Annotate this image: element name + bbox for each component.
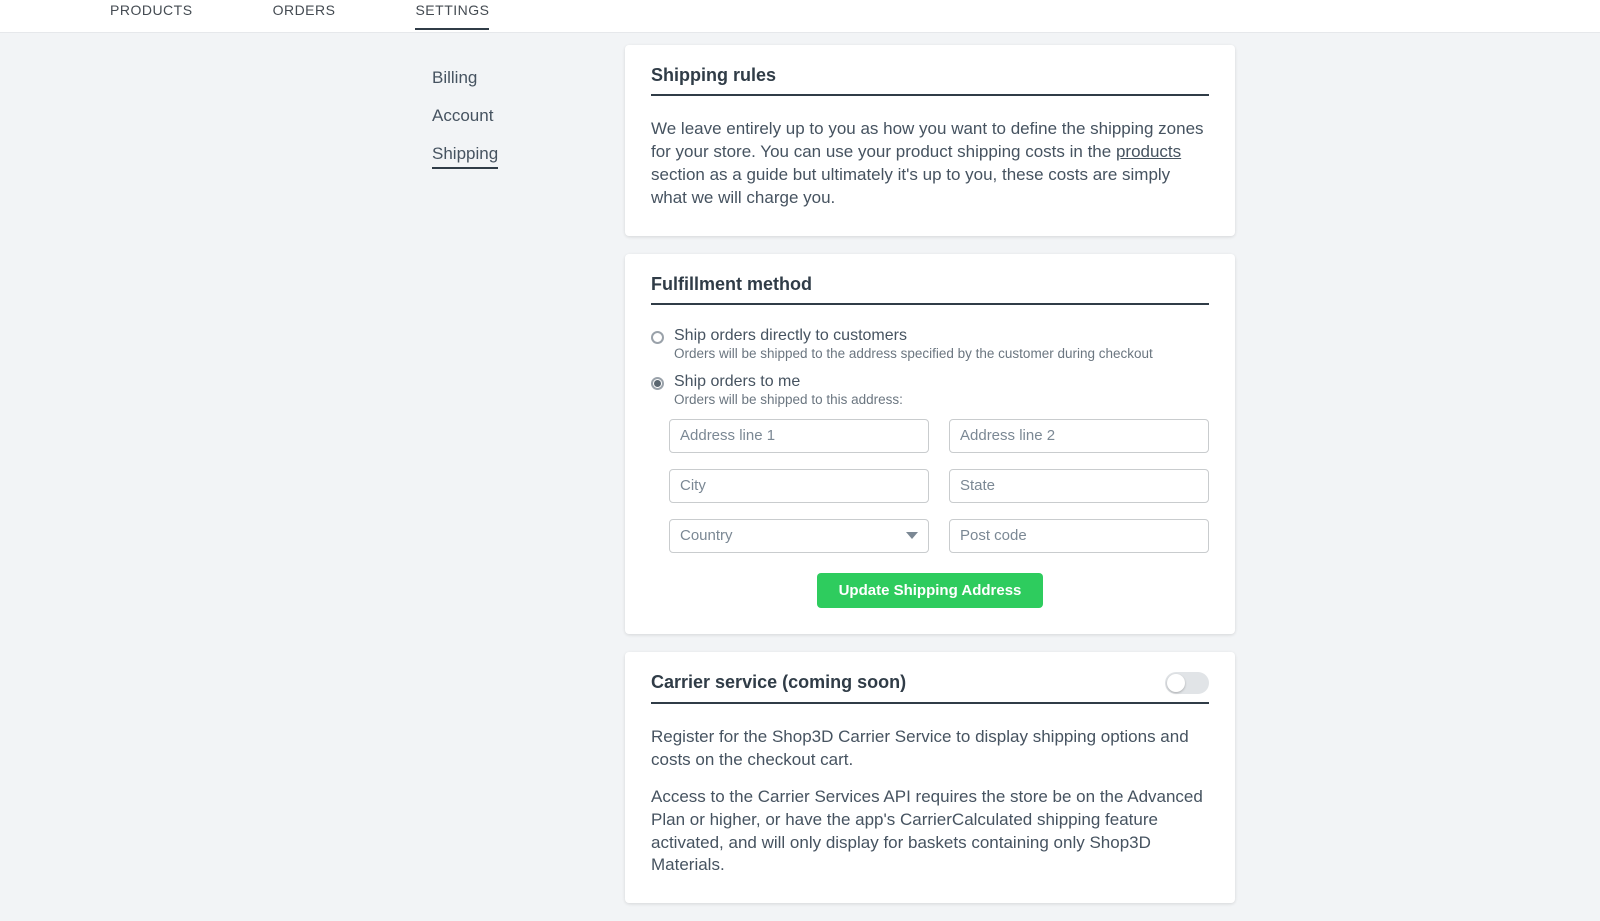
sidebar-item-shipping[interactable]: Shipping [432, 135, 625, 173]
address-line-2-input[interactable]: Address line 2 [949, 419, 1209, 453]
radio-label: Ship orders to me [674, 373, 903, 391]
nav-orders[interactable]: ORDERS [273, 0, 336, 28]
nav-settings[interactable]: SETTINGS [415, 0, 489, 30]
radio-sublabel: Orders will be shipped to the address sp… [674, 346, 1153, 361]
carrier-service-title: Carrier service (coming soon) [651, 672, 906, 693]
radio-icon [651, 377, 664, 390]
update-shipping-address-button[interactable]: Update Shipping Address [817, 573, 1044, 608]
carrier-service-p1: Register for the Shop3D Carrier Service … [651, 726, 1209, 772]
settings-content: Shipping rules We leave entirely up to y… [625, 45, 1235, 921]
shipping-rules-text: We leave entirely up to you as how you w… [651, 118, 1209, 210]
placeholder-text: Address line 2 [960, 427, 1055, 444]
city-input[interactable]: City [669, 469, 929, 503]
country-select[interactable]: Country [669, 519, 929, 553]
radio-ship-to-me[interactable]: Ship orders to me Orders will be shipped… [651, 373, 1209, 407]
radio-sublabel: Orders will be shipped to this address: [674, 392, 903, 407]
shipping-rules-title: Shipping rules [651, 65, 776, 86]
sidebar-item-label: Account [432, 106, 493, 125]
carrier-service-card: Carrier service (coming soon) Register f… [625, 652, 1235, 904]
top-nav: PRODUCTS ORDERS SETTINGS [0, 0, 1600, 33]
sidebar-item-label: Shipping [432, 144, 498, 169]
radio-label: Ship orders directly to customers [674, 327, 1153, 345]
postcode-input[interactable]: Post code [949, 519, 1209, 553]
fulfillment-title: Fulfillment method [651, 274, 812, 295]
chevron-down-icon [906, 532, 918, 539]
placeholder-text: Address line 1 [680, 427, 775, 444]
radio-ship-to-customers[interactable]: Ship orders directly to customers Orders… [651, 327, 1209, 361]
address-form: Address line 1 Address line 2 City State… [651, 419, 1209, 553]
placeholder-text: Country [680, 527, 733, 544]
placeholder-text: City [680, 477, 706, 494]
shipping-rules-text-b: section as a guide but ultimately it's u… [651, 165, 1170, 207]
nav-products[interactable]: PRODUCTS [110, 0, 193, 28]
address-line-1-input[interactable]: Address line 1 [669, 419, 929, 453]
sidebar-item-account[interactable]: Account [432, 97, 625, 135]
shipping-rules-card: Shipping rules We leave entirely up to y… [625, 45, 1235, 236]
placeholder-text: State [960, 477, 995, 494]
carrier-service-p2: Access to the Carrier Services API requi… [651, 786, 1209, 878]
radio-icon [651, 331, 664, 344]
sidebar-item-billing[interactable]: Billing [432, 59, 625, 97]
carrier-service-toggle[interactable] [1165, 672, 1209, 694]
fulfillment-radio-group: Ship orders directly to customers Orders… [651, 327, 1209, 407]
state-input[interactable]: State [949, 469, 1209, 503]
sidebar-item-label: Billing [432, 68, 477, 87]
placeholder-text: Post code [960, 527, 1027, 544]
fulfillment-card: Fulfillment method Ship orders directly … [625, 254, 1235, 634]
products-link[interactable]: products [1116, 142, 1181, 161]
settings-sidebar: Billing Account Shipping [0, 45, 625, 921]
